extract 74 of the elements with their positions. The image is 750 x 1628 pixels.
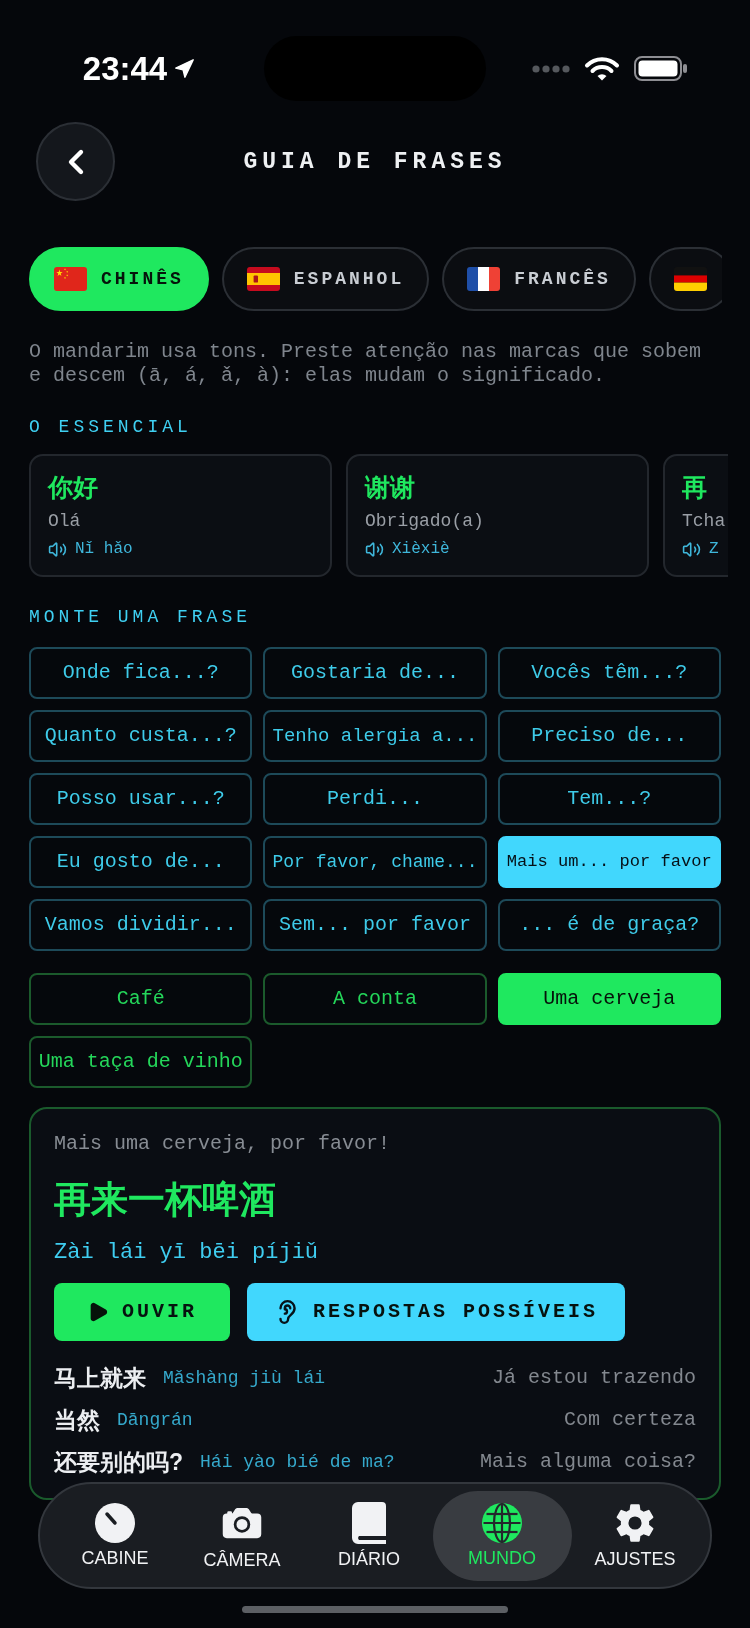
phrase-starter-button[interactable]: Gostaria de... — [263, 647, 487, 699]
responses-button[interactable]: RESPOSTAS POSSÍVEIS — [247, 1283, 625, 1341]
chinese-phrase: 再 — [682, 472, 707, 503]
language-tab[interactable]: FRANCÊS — [442, 247, 636, 311]
section-title: O ESSENCIAL — [29, 416, 193, 438]
phrase-starter-button[interactable]: Vocês têm...? — [497, 647, 721, 699]
phrase-starter-button[interactable]: Tenho alergia a... — [263, 710, 487, 762]
phrase-translation: Obrigado(a) — [365, 510, 484, 532]
listen-button[interactable]: OUVIR — [54, 1283, 230, 1341]
book-icon — [352, 1501, 386, 1544]
response-pinyin: Hái yào bié de ma? — [200, 1451, 395, 1474]
object-option-button[interactable]: Uma taça de vinho — [29, 1036, 253, 1088]
phrase-card[interactable]: 你好 Olá Nǐ hǎo — [29, 454, 332, 577]
response-chinese: 还要别的吗? — [54, 1448, 184, 1477]
speaker-icon — [48, 539, 67, 559]
language-tab[interactable]: CHINÊS — [29, 247, 209, 311]
phrase-starter-button[interactable]: Sem... por favor — [263, 899, 487, 951]
sentence-translation: Mais uma cerveja, por favor! — [54, 1132, 391, 1156]
nav-tab[interactable]: CÂMERA — [178, 1490, 306, 1581]
globe-icon — [482, 1502, 522, 1543]
object-option-button[interactable]: Café — [29, 973, 253, 1025]
chinese-phrase: 你好 — [48, 472, 98, 503]
location-arrow-icon — [173, 57, 196, 80]
phrase-starter-button[interactable]: Vamos dividir... — [29, 899, 253, 951]
screen-title: GUIA DE FRASES — [242, 147, 508, 177]
nav-tab[interactable]: MUNDO — [432, 1490, 572, 1581]
status-time: 23:44 — [82, 48, 168, 89]
gauge-icon — [95, 1502, 135, 1543]
response-meaning: Com certeza — [563, 1408, 696, 1432]
phrase-starter-button[interactable]: ... é de graça? — [497, 899, 721, 951]
phrase-translation: Olá — [48, 510, 81, 532]
france-flag-icon — [467, 267, 501, 291]
settings-icon — [614, 1501, 656, 1544]
phrase-starter-button[interactable]: Tem...? — [497, 773, 721, 825]
phrase-pinyin: Nǐ hǎo — [75, 539, 133, 560]
chinese-phrase: 谢谢 — [365, 472, 415, 503]
response-chinese: 当然 — [54, 1406, 100, 1435]
signal-dots-icon — [532, 64, 570, 73]
china-flag-icon — [54, 267, 87, 291]
speaker-icon — [365, 539, 384, 559]
language-tab[interactable]: ESPANHOL — [221, 247, 430, 311]
nav-tab[interactable]: AJUSTES — [571, 1490, 699, 1581]
response-meaning: Já estou trazendo — [491, 1366, 696, 1390]
response-pinyin: Dāngrán — [117, 1409, 193, 1432]
phrase-starter-button[interactable]: Posso usar...? — [29, 773, 253, 825]
phrase-card[interactable]: 谢谢 Obrigado(a) Xièxiè — [346, 454, 649, 577]
spain-flag-icon — [246, 267, 280, 291]
phrase-translation: Tcha — [682, 510, 726, 532]
nav-tab[interactable]: CABINE — [51, 1490, 179, 1581]
chinese-sentence: 再来一杯啤酒 — [54, 1179, 276, 1220]
phrase-starter-button[interactable]: Eu gosto de... — [29, 836, 253, 888]
language-tab[interactable] — [648, 247, 722, 311]
wifi-icon — [584, 55, 620, 82]
phrase-card[interactable]: 再 Tcha Z — [663, 454, 728, 577]
nav-tab[interactable]: DIÁRIO — [305, 1490, 433, 1581]
phrase-starter-button[interactable]: Mais um... por favor — [497, 836, 721, 888]
phrase-starter-button[interactable]: Perdi... — [263, 773, 487, 825]
battery-icon — [634, 56, 688, 81]
phrase-pinyin: Z — [709, 539, 719, 560]
germany-flag-icon — [673, 267, 707, 291]
object-option-button[interactable]: A conta — [263, 973, 487, 1025]
phrase-starter-button[interactable]: Preciso de... — [497, 710, 721, 762]
section-title: MONTE UMA FRASE — [29, 606, 253, 628]
phrase-starter-button[interactable]: Quanto custa...? — [29, 710, 253, 762]
phrase-starter-button[interactable]: Onde fica...? — [29, 647, 253, 699]
response-meaning: Mais alguma coisa? — [479, 1450, 696, 1474]
object-option-button[interactable]: Uma cerveja — [497, 973, 721, 1025]
phrase-pinyin: Xièxiè — [392, 539, 450, 560]
response-chinese: 马上就来 — [54, 1364, 146, 1393]
sentence-pinyin: Zài lái yī bēi píjiǔ — [54, 1240, 319, 1265]
tone-tip: O mandarim usa tons. Preste atenção nas marcas que sobem e descem (ā, á, ǎ, à): elas mudam o significado. — [29, 340, 703, 388]
response-pinyin: Mǎshàng jiù lái — [163, 1367, 326, 1390]
phrase-starter-button[interactable]: Por favor, chame... — [263, 836, 487, 888]
speaker-icon — [682, 539, 701, 559]
